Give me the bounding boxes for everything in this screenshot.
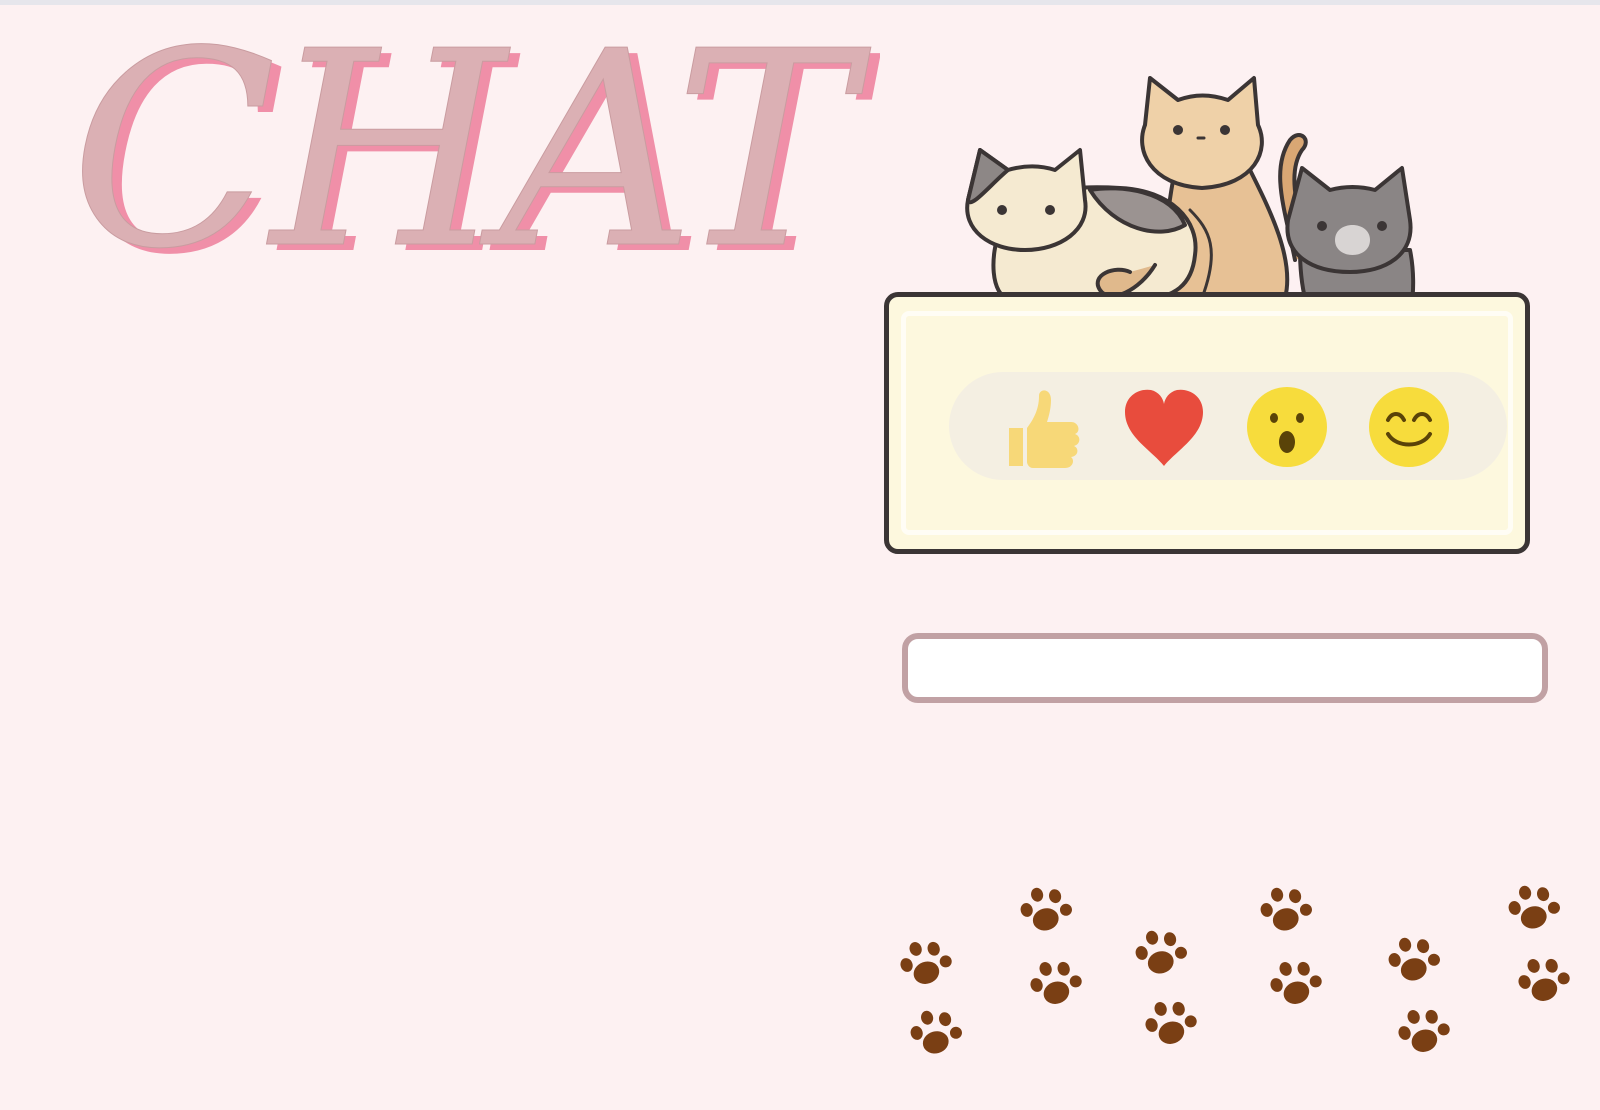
paw-print-icon (1390, 995, 1467, 1072)
chat-title: CHAT CHAT (40, 0, 889, 320)
chat-message-input[interactable] (902, 633, 1548, 703)
paw-print-icon (1381, 925, 1454, 998)
surprised-face-icon (1247, 387, 1327, 467)
like-reaction-button[interactable] (997, 382, 1087, 472)
paw-print-icon (1501, 873, 1574, 946)
heart-icon (1125, 389, 1203, 466)
paw-print-icon (1137, 987, 1214, 1064)
paw-print-icon (1510, 944, 1587, 1021)
paw-print-icon (903, 998, 976, 1071)
thumbs-up-icon (1009, 390, 1080, 468)
happy-reaction-button[interactable] (1364, 382, 1454, 472)
paw-print-icon (1022, 947, 1099, 1024)
smiling-face-icon (1369, 387, 1449, 467)
paw-print-icon (1253, 875, 1326, 948)
chat-title-text: CHAT (70, 0, 873, 308)
paw-print-icon (892, 927, 969, 1004)
paw-print-icon (1128, 918, 1201, 991)
reaction-panel (884, 292, 1530, 554)
wow-reaction-button[interactable] (1242, 382, 1332, 472)
paw-print-icon (1262, 947, 1339, 1024)
reaction-bar (949, 372, 1507, 480)
love-reaction-button[interactable] (1119, 382, 1209, 472)
paw-print-icon (1013, 875, 1086, 948)
